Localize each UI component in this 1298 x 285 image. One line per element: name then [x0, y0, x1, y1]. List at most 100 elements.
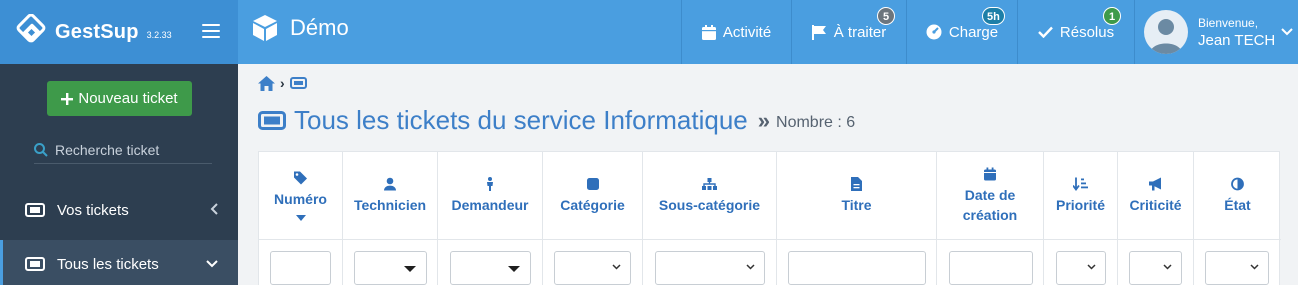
col-demandeur[interactable]: Demandeur	[438, 152, 543, 239]
gauge-icon	[926, 24, 942, 40]
square-icon	[586, 177, 599, 190]
col-label: Titre	[841, 196, 872, 213]
nav-label: À traiter	[833, 23, 887, 41]
filter-cell	[343, 240, 438, 285]
col-label: Sous-catégorie	[658, 196, 761, 213]
avatar	[1144, 10, 1188, 54]
caret-down-icon	[404, 266, 416, 272]
tickets-table: Numéro Technicien Demandeur Catégorie So…	[258, 151, 1281, 285]
col-titre[interactable]: Titre	[777, 152, 937, 239]
col-label: Priorité	[1055, 196, 1105, 213]
chevron-down-icon	[1163, 264, 1172, 270]
gestsup-logo-icon	[16, 14, 46, 43]
filter-titre-input[interactable]	[788, 251, 926, 285]
filter-etat-select[interactable]	[1205, 251, 1269, 285]
col-numero[interactable]: Numéro	[259, 152, 343, 239]
chevron-down-icon	[1281, 28, 1293, 36]
welcome-text: Bienvenue,	[1198, 16, 1259, 30]
filter-cell	[1118, 240, 1194, 285]
sidebar-item-tous-les-tickets[interactable]: Tous les tickets	[0, 240, 238, 285]
sitemap-icon	[702, 177, 717, 190]
nav-label: Charge	[948, 23, 999, 41]
col-categorie[interactable]: Catégorie	[543, 152, 643, 239]
chevron-down-icon	[612, 264, 621, 270]
breadcrumb-separator-icon: ›	[280, 75, 285, 91]
breadcrumb: ›	[258, 75, 307, 91]
col-etat[interactable]: État	[1194, 152, 1281, 239]
filter-date-input[interactable]	[949, 251, 1033, 285]
user-menu[interactable]: Bienvenue, Jean TECH	[1134, 0, 1298, 64]
company-name: Démo	[290, 15, 349, 40]
filter-cell	[543, 240, 643, 285]
new-ticket-button[interactable]: Nouveau ticket	[47, 81, 192, 116]
sidebar-item-label: Tous les tickets	[57, 255, 159, 273]
check-icon	[1038, 26, 1053, 38]
filter-priorite-select[interactable]	[1056, 251, 1106, 285]
nav-resolus[interactable]: Résolus 1	[1017, 0, 1134, 64]
ticket-icon[interactable]	[289, 77, 307, 89]
filter-demandeur-select[interactable]	[450, 251, 531, 285]
file-icon	[851, 176, 862, 191]
filter-technicien-select[interactable]	[354, 251, 427, 285]
filter-sous-categorie-select[interactable]	[655, 251, 765, 285]
filter-cell	[1194, 240, 1281, 285]
chevron-down-icon	[1250, 264, 1259, 270]
page-title-row: Tous les tickets du service Informatique…	[258, 105, 855, 136]
cube-icon	[253, 15, 277, 41]
user-name: Jean TECH	[1198, 32, 1276, 49]
col-label: Catégorie	[560, 196, 625, 213]
search-icon	[34, 143, 48, 157]
badge-resolus: 1	[1103, 7, 1121, 25]
ticket-icon	[258, 111, 286, 130]
menu-toggle-icon[interactable]	[202, 24, 220, 40]
col-criticite[interactable]: Criticité	[1118, 152, 1194, 239]
nav-activite[interactable]: Activité	[681, 0, 791, 64]
nav-label: Résolus	[1059, 23, 1115, 41]
filter-cell	[777, 240, 937, 285]
sort-down-icon	[295, 214, 306, 221]
badge-charge: 5h	[982, 7, 1005, 25]
filter-cell	[937, 240, 1044, 285]
home-icon[interactable]	[258, 75, 275, 91]
adjust-icon	[1231, 177, 1244, 190]
ticket-icon	[25, 203, 45, 217]
ticket-count: Nombre : 6	[776, 114, 856, 131]
top-navbar: GestSup 3.2.33 Démo Activité À traiter 5…	[0, 0, 1298, 64]
sidebar-item-label: Vos tickets	[57, 201, 129, 219]
company-title[interactable]: Démo	[252, 14, 349, 42]
filter-categorie-select[interactable]	[554, 251, 631, 285]
col-sous-categorie[interactable]: Sous-catégorie	[643, 152, 777, 239]
nav-label: Activité	[722, 23, 772, 41]
filter-cell	[438, 240, 543, 285]
col-label: Technicien	[353, 196, 427, 213]
brand[interactable]: GestSup 3.2.33	[0, 0, 238, 64]
flag-icon	[811, 24, 826, 40]
caret-down-icon	[508, 266, 520, 272]
chevron-down-icon	[206, 260, 218, 268]
app-name: GestSup	[55, 20, 139, 43]
badge-a-traiter: 5	[877, 7, 895, 25]
filter-cell	[259, 240, 343, 285]
search-ticket-input[interactable]: Recherche ticket	[34, 137, 212, 164]
col-priorite[interactable]: Priorité	[1044, 152, 1118, 239]
plus-icon	[61, 92, 74, 105]
sidebar-item-vos-tickets[interactable]: Vos tickets	[0, 186, 238, 234]
col-date-creation[interactable]: Date de création	[937, 152, 1044, 239]
chevron-left-icon	[210, 203, 218, 215]
sidebar: Nouveau ticket Recherche ticket Vos tick…	[0, 64, 238, 285]
chevron-down-icon	[746, 264, 755, 270]
filter-numero-input[interactable]	[270, 251, 331, 285]
calendar-icon	[984, 167, 996, 180]
col-technicien[interactable]: Technicien	[343, 152, 438, 239]
filter-cell	[1044, 240, 1118, 285]
col-label: Demandeur	[451, 196, 529, 213]
new-ticket-label: Nouveau ticket	[78, 90, 178, 107]
nav-charge[interactable]: Charge 5h	[906, 0, 1017, 64]
nav-a-traiter[interactable]: À traiter 5	[791, 0, 906, 64]
person-icon	[487, 176, 493, 191]
ticket-icon	[25, 257, 45, 271]
filter-criticite-select[interactable]	[1129, 251, 1182, 285]
col-label: Numéro	[274, 190, 327, 207]
tag-icon	[294, 171, 307, 184]
col-label: Date de création	[962, 186, 1018, 223]
